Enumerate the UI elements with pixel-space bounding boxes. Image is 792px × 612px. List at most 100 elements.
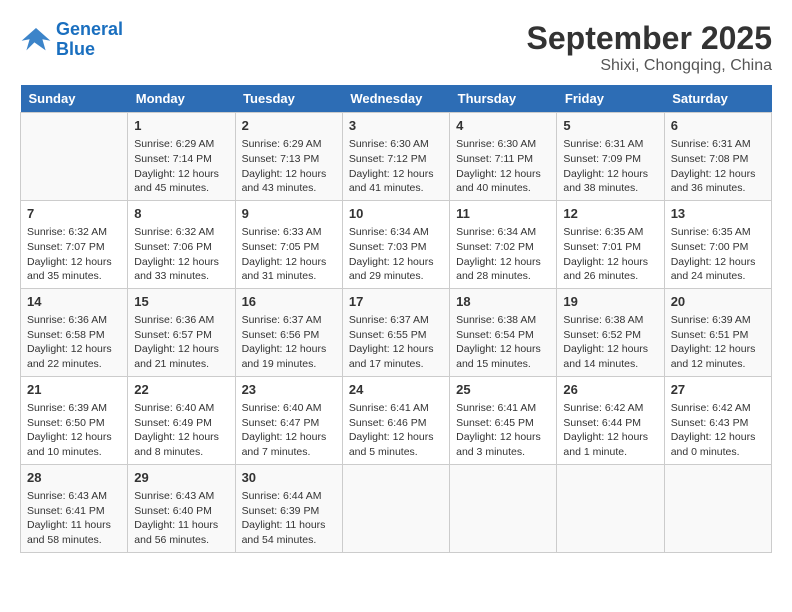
day-number: 11: [456, 205, 550, 223]
day-info: Sunrise: 6:41 AMSunset: 6:45 PMDaylight:…: [456, 401, 550, 460]
weekday-header-monday: Monday: [128, 85, 235, 113]
day-number: 22: [134, 381, 228, 399]
weekday-header-row: SundayMondayTuesdayWednesdayThursdayFrid…: [21, 85, 772, 113]
calendar-cell: 25 Sunrise: 6:41 AMSunset: 6:45 PMDayligh…: [450, 376, 557, 464]
weekday-header-friday: Friday: [557, 85, 664, 113]
calendar-cell: 21 Sunrise: 6:39 AMSunset: 6:50 PMDayligh…: [21, 376, 128, 464]
page-header: General Blue September 2025 Shixi, Chong…: [20, 20, 772, 75]
calendar-cell: 26 Sunrise: 6:42 AMSunset: 6:44 PMDayligh…: [557, 376, 664, 464]
calendar-table: SundayMondayTuesdayWednesdayThursdayFrid…: [20, 85, 772, 553]
day-number: 30: [242, 469, 336, 487]
day-number: 26: [563, 381, 657, 399]
calendar-cell: 7 Sunrise: 6:32 AMSunset: 7:07 PMDaylight…: [21, 200, 128, 288]
week-row-1: 1 Sunrise: 6:29 AMSunset: 7:14 PMDaylight…: [21, 113, 772, 201]
day-number: 29: [134, 469, 228, 487]
day-number: 10: [349, 205, 443, 223]
calendar-cell: 14 Sunrise: 6:36 AMSunset: 6:58 PMDayligh…: [21, 288, 128, 376]
day-number: 19: [563, 293, 657, 311]
day-number: 12: [563, 205, 657, 223]
weekday-header-sunday: Sunday: [21, 85, 128, 113]
day-info: Sunrise: 6:30 AMSunset: 7:11 PMDaylight:…: [456, 137, 550, 196]
day-info: Sunrise: 6:37 AMSunset: 6:55 PMDaylight:…: [349, 313, 443, 372]
day-info: Sunrise: 6:39 AMSunset: 6:50 PMDaylight:…: [27, 401, 121, 460]
calendar-cell: [21, 113, 128, 201]
day-info: Sunrise: 6:36 AMSunset: 6:58 PMDaylight:…: [27, 313, 121, 372]
calendar-cell: 12 Sunrise: 6:35 AMSunset: 7:01 PMDayligh…: [557, 200, 664, 288]
day-info: Sunrise: 6:41 AMSunset: 6:46 PMDaylight:…: [349, 401, 443, 460]
day-info: Sunrise: 6:30 AMSunset: 7:12 PMDaylight:…: [349, 137, 443, 196]
calendar-cell: 16 Sunrise: 6:37 AMSunset: 6:56 PMDayligh…: [235, 288, 342, 376]
calendar-cell: 27Sunrise: 6:42 AMSunset: 6:43 PMDayligh…: [664, 376, 771, 464]
calendar-title: September 2025: [527, 20, 772, 57]
week-row-5: 28Sunrise: 6:43 AMSunset: 6:41 PMDayligh…: [21, 464, 772, 552]
weekday-header-thursday: Thursday: [450, 85, 557, 113]
day-number: 8: [134, 205, 228, 223]
day-number: 18: [456, 293, 550, 311]
day-number: 15: [134, 293, 228, 311]
weekday-header-tuesday: Tuesday: [235, 85, 342, 113]
calendar-cell: [342, 464, 449, 552]
day-number: 9: [242, 205, 336, 223]
logo: General Blue: [20, 20, 123, 60]
day-info: Sunrise: 6:37 AMSunset: 6:56 PMDaylight:…: [242, 313, 336, 372]
day-info: Sunrise: 6:32 AMSunset: 7:07 PMDaylight:…: [27, 225, 121, 284]
day-info: Sunrise: 6:36 AMSunset: 6:57 PMDaylight:…: [134, 313, 228, 372]
calendar-cell: 20Sunrise: 6:39 AMSunset: 6:51 PMDayligh…: [664, 288, 771, 376]
day-number: 24: [349, 381, 443, 399]
week-row-3: 14 Sunrise: 6:36 AMSunset: 6:58 PMDayligh…: [21, 288, 772, 376]
calendar-cell: 30 Sunrise: 6:44 AMSunset: 6:39 PMDayligh…: [235, 464, 342, 552]
calendar-cell: 17 Sunrise: 6:37 AMSunset: 6:55 PMDayligh…: [342, 288, 449, 376]
logo-icon: [20, 26, 52, 54]
logo-text: General Blue: [56, 20, 123, 60]
day-number: 4: [456, 117, 550, 135]
day-info: Sunrise: 6:35 AMSunset: 7:01 PMDaylight:…: [563, 225, 657, 284]
calendar-cell: 6Sunrise: 6:31 AMSunset: 7:08 PMDaylight…: [664, 113, 771, 201]
day-info: Sunrise: 6:40 AMSunset: 6:47 PMDaylight:…: [242, 401, 336, 460]
calendar-cell: [450, 464, 557, 552]
day-number: 25: [456, 381, 550, 399]
day-info: Sunrise: 6:33 AMSunset: 7:05 PMDaylight:…: [242, 225, 336, 284]
day-number: 16: [242, 293, 336, 311]
calendar-cell: 5 Sunrise: 6:31 AMSunset: 7:09 PMDaylight…: [557, 113, 664, 201]
week-row-4: 21 Sunrise: 6:39 AMSunset: 6:50 PMDayligh…: [21, 376, 772, 464]
day-info: Sunrise: 6:32 AMSunset: 7:06 PMDaylight:…: [134, 225, 228, 284]
day-info: Sunrise: 6:43 AMSunset: 6:40 PMDaylight:…: [134, 489, 228, 548]
day-info: Sunrise: 6:29 AMSunset: 7:13 PMDaylight:…: [242, 137, 336, 196]
calendar-cell: [557, 464, 664, 552]
calendar-cell: 8 Sunrise: 6:32 AMSunset: 7:06 PMDaylight…: [128, 200, 235, 288]
day-number: 5: [563, 117, 657, 135]
day-info: Sunrise: 6:44 AMSunset: 6:39 PMDaylight:…: [242, 489, 336, 548]
day-info: Sunrise: 6:34 AMSunset: 7:02 PMDaylight:…: [456, 225, 550, 284]
calendar-cell: 2Sunrise: 6:29 AMSunset: 7:13 PMDaylight…: [235, 113, 342, 201]
day-number: 14: [27, 293, 121, 311]
calendar-cell: 28Sunrise: 6:43 AMSunset: 6:41 PMDayligh…: [21, 464, 128, 552]
day-number: 3: [349, 117, 443, 135]
day-number: 20: [671, 293, 765, 311]
day-number: 23: [242, 381, 336, 399]
day-info: Sunrise: 6:38 AMSunset: 6:54 PMDaylight:…: [456, 313, 550, 372]
day-number: 1: [134, 117, 228, 135]
day-number: 21: [27, 381, 121, 399]
calendar-cell: 11 Sunrise: 6:34 AMSunset: 7:02 PMDayligh…: [450, 200, 557, 288]
calendar-cell: 4 Sunrise: 6:30 AMSunset: 7:11 PMDaylight…: [450, 113, 557, 201]
calendar-cell: 15 Sunrise: 6:36 AMSunset: 6:57 PMDayligh…: [128, 288, 235, 376]
day-info: Sunrise: 6:35 AMSunset: 7:00 PMDaylight:…: [671, 225, 765, 284]
day-info: Sunrise: 6:34 AMSunset: 7:03 PMDaylight:…: [349, 225, 443, 284]
day-info: Sunrise: 6:31 AMSunset: 7:09 PMDaylight:…: [563, 137, 657, 196]
day-info: Sunrise: 6:42 AMSunset: 6:44 PMDaylight:…: [563, 401, 657, 460]
calendar-cell: 3 Sunrise: 6:30 AMSunset: 7:12 PMDaylight…: [342, 113, 449, 201]
calendar-subtitle: Shixi, Chongqing, China: [527, 57, 772, 75]
title-block: September 2025 Shixi, Chongqing, China: [527, 20, 772, 75]
calendar-cell: 1 Sunrise: 6:29 AMSunset: 7:14 PMDaylight…: [128, 113, 235, 201]
day-info: Sunrise: 6:40 AMSunset: 6:49 PMDaylight:…: [134, 401, 228, 460]
day-number: 27: [671, 381, 765, 399]
day-number: 28: [27, 469, 121, 487]
calendar-cell: 18 Sunrise: 6:38 AMSunset: 6:54 PMDayligh…: [450, 288, 557, 376]
calendar-cell: 29 Sunrise: 6:43 AMSunset: 6:40 PMDayligh…: [128, 464, 235, 552]
calendar-cell: [664, 464, 771, 552]
day-number: 7: [27, 205, 121, 223]
weekday-header-saturday: Saturday: [664, 85, 771, 113]
day-info: Sunrise: 6:29 AMSunset: 7:14 PMDaylight:…: [134, 137, 228, 196]
weekday-header-wednesday: Wednesday: [342, 85, 449, 113]
day-number: 17: [349, 293, 443, 311]
